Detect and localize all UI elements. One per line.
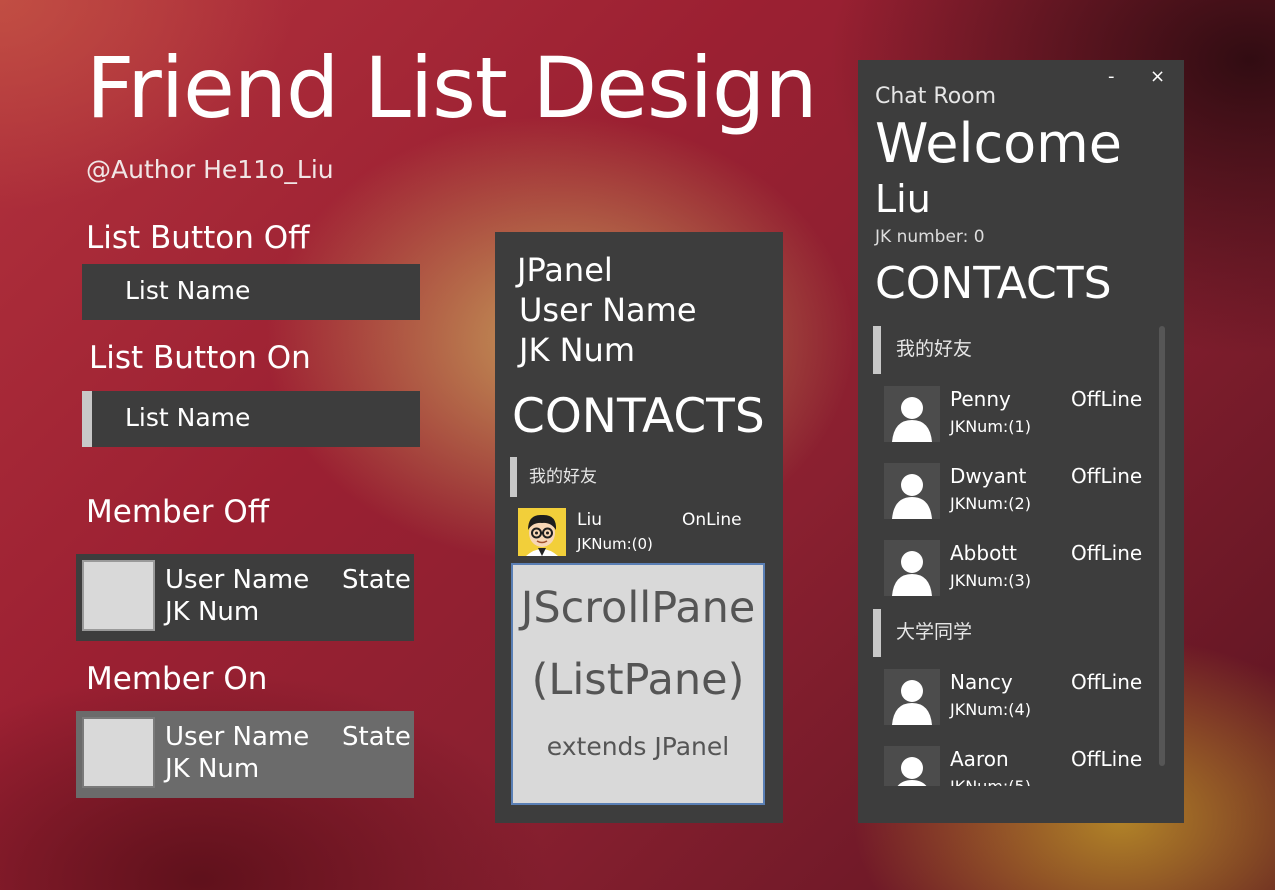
contact-item[interactable]: Nancy JKNum:(4) OffLine xyxy=(873,659,1153,736)
close-button[interactable]: × xyxy=(1150,66,1165,88)
list-button-off-label: List Button Off xyxy=(86,220,310,256)
member-off-item[interactable]: User Name JK Num State xyxy=(76,554,414,641)
member-on-state: State xyxy=(342,722,411,752)
contact-name: Nancy xyxy=(950,670,1013,694)
list-button-on-text: List Name xyxy=(125,403,251,432)
minimize-button[interactable]: - xyxy=(1108,66,1115,88)
selection-marker xyxy=(873,609,881,657)
member-off-state: State xyxy=(342,565,411,595)
contact-jk: JKNum:(2) xyxy=(950,494,1031,513)
jscrollpane-label: JScrollPane xyxy=(520,583,756,633)
contact-state: OffLine xyxy=(1071,464,1143,488)
contact-jk: JKNum:(4) xyxy=(950,700,1031,719)
member-on-item[interactable]: User Name JK Num State xyxy=(76,711,414,798)
chat-room-title: Chat Room xyxy=(875,84,997,109)
jpanel-member-item[interactable]: Liu JKNum:(0) OnLine xyxy=(518,507,758,557)
chat-room-window: - × Chat Room Welcome Liu JK number: 0 C… xyxy=(858,60,1184,823)
contact-jk: JKNum:(1) xyxy=(950,417,1031,436)
contact-jk: JKNum:(5) xyxy=(950,776,1031,786)
contact-name: Dwyant xyxy=(950,464,1027,488)
group-name: 我的好友 xyxy=(896,338,973,360)
extends-label: extends JPanel xyxy=(546,732,730,761)
contact-state: OffLine xyxy=(1071,387,1143,411)
contact-jk: JKNum:(3) xyxy=(950,571,1031,590)
jpanel-contacts-heading: CONTACTS xyxy=(512,389,765,444)
selection-marker xyxy=(82,391,92,447)
listpane-label: (ListPane) xyxy=(531,655,745,705)
contact-state: OffLine xyxy=(1071,670,1143,694)
user-silhouette-icon xyxy=(884,386,940,442)
user-silhouette-icon xyxy=(884,669,940,725)
contact-name: Aaron xyxy=(950,747,1009,771)
contact-item[interactable]: Dwyant JKNum:(2) OffLine xyxy=(873,453,1153,530)
member-on-label: Member On xyxy=(86,661,268,697)
jpanel-diagram: JPanel User Name JK Num CONTACTS 我的好友 Li… xyxy=(495,232,783,823)
avatar-placeholder xyxy=(82,717,155,788)
current-user-name: Liu xyxy=(875,177,931,221)
contact-list-scrollbar[interactable] xyxy=(1159,326,1165,766)
user-silhouette-icon xyxy=(884,746,940,786)
contact-group-button[interactable]: 我的好友 xyxy=(873,324,1153,376)
member-off-label: Member Off xyxy=(86,494,270,530)
contact-list[interactable]: 我的好友 Penny JKNum:(1) OffLine Dwyant JKNu… xyxy=(873,324,1169,786)
user-silhouette-icon xyxy=(884,463,940,519)
contact-item[interactable]: Abbott JKNum:(3) OffLine xyxy=(873,530,1153,607)
jpanel-label: JPanel xyxy=(517,251,613,289)
page-title: Friend List Design xyxy=(86,39,818,137)
contact-group-button[interactable]: 大学同学 xyxy=(873,607,1153,659)
contact-name: Penny xyxy=(950,387,1011,411)
contact-state: OffLine xyxy=(1071,747,1143,771)
member-off-user-name: User Name xyxy=(165,565,310,595)
current-user-jk: JK number: 0 xyxy=(875,227,985,247)
selection-marker xyxy=(873,326,881,374)
group-name: 大学同学 xyxy=(896,621,973,643)
avatar-placeholder xyxy=(82,560,155,631)
jpanel-member-state: OnLine xyxy=(682,510,742,530)
welcome-heading: Welcome xyxy=(875,112,1123,175)
contact-item[interactable]: Aaron JKNum:(5) OffLine xyxy=(873,736,1153,786)
jpanel-group-name: 我的好友 xyxy=(529,467,597,487)
member-on-jk-num: JK Num xyxy=(165,754,260,784)
selection-marker xyxy=(510,457,517,497)
jpanel-jk-num: JK Num xyxy=(519,331,635,369)
list-button-off[interactable]: List Name xyxy=(82,264,420,320)
cartoon-avatar-icon xyxy=(518,508,566,556)
contact-item[interactable]: Penny JKNum:(1) OffLine xyxy=(873,376,1153,453)
jpanel-member-name: Liu xyxy=(577,510,602,530)
list-button-on[interactable]: List Name xyxy=(82,391,420,447)
list-button-off-text: List Name xyxy=(125,276,251,305)
member-off-jk-num: JK Num xyxy=(165,597,260,627)
jpanel-group-button[interactable]: 我的好友 xyxy=(510,457,760,497)
list-button-on-label: List Button On xyxy=(89,340,311,376)
contact-state: OffLine xyxy=(1071,541,1143,565)
author-label: @Author He11o_Liu xyxy=(86,155,334,184)
jpanel-user-name: User Name xyxy=(519,291,697,329)
contact-name: Abbott xyxy=(950,541,1017,565)
contacts-heading: CONTACTS xyxy=(875,258,1112,309)
member-on-user-name: User Name xyxy=(165,722,310,752)
user-silhouette-icon xyxy=(884,540,940,596)
jpanel-member-jk: JKNum:(0) xyxy=(577,535,653,553)
jscrollpane-box: JScrollPane (ListPane) extends JPanel xyxy=(511,563,765,805)
